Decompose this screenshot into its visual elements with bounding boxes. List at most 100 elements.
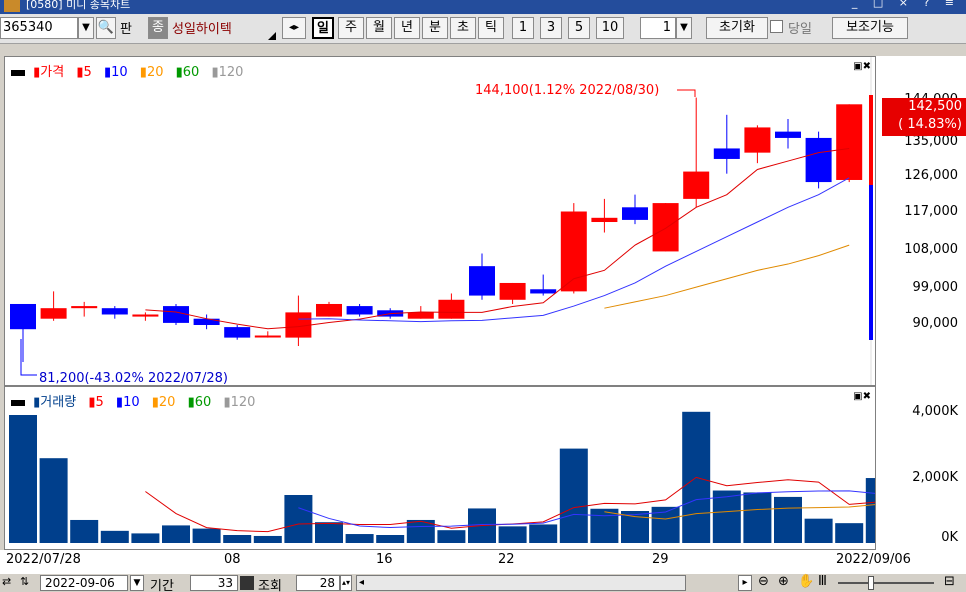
candle-body [10, 303, 36, 330]
candle-body [71, 306, 98, 309]
ytick-135000: 135,000 [904, 134, 958, 149]
candle-body [652, 203, 679, 252]
interval-5-button[interactable]: 5 [568, 17, 590, 39]
stock-code-input[interactable]: 365340 [0, 17, 78, 39]
trade-label: 판 [120, 22, 132, 37]
current-bar-red [869, 95, 873, 185]
volume-bar [774, 496, 802, 543]
ma20-price-line [604, 244, 850, 309]
volume-bar [192, 528, 221, 543]
bar-count-icon[interactable]: Ⅲ [818, 574, 827, 589]
candle-body [836, 104, 863, 180]
volume-bar [39, 458, 68, 543]
scroll-mode-icon[interactable]: ⇅ [20, 575, 36, 591]
volume-bar [162, 525, 190, 543]
search-icon[interactable]: 🔍 [96, 17, 116, 39]
candle-body [469, 266, 495, 296]
scroll-right-icon[interactable]: ▸ [738, 575, 752, 591]
volume-bar [559, 448, 588, 543]
candle-body [805, 137, 832, 183]
vol-ytick-2000k: 2,000K [912, 470, 958, 485]
volume-yaxis: 4,000K 2,000K 0K [876, 386, 966, 550]
candle-body [775, 131, 801, 138]
candle-body [254, 335, 281, 338]
query-stepper[interactable]: ▴▾ [340, 575, 352, 591]
price-chart-panel[interactable]: ▮가격 ▮5 ▮10 ▮20 ▮60 ▮120 ▣✖ 144,100(1.12%… [4, 56, 876, 386]
interval-1-button[interactable]: 1 [512, 17, 534, 39]
volume-bar [100, 530, 129, 543]
volume-bar [253, 535, 282, 543]
code-dropdown-icon[interactable]: ▼ [78, 17, 94, 39]
settings-grid-icon[interactable]: ⊟ [944, 574, 955, 589]
ytick-90000: 90,000 [912, 316, 959, 331]
candle-body [744, 127, 771, 153]
interval-10-button[interactable]: 10 [596, 17, 624, 39]
period-minute-button[interactable]: 분 [422, 17, 448, 39]
period-day-button[interactable]: 일 [312, 17, 334, 39]
toolbar: 365340 ▼ 🔍 판 종 성일하이텍 ◂▸ 일 주 월 년 분 초 틱 1 … [0, 14, 966, 44]
period-input[interactable]: 33 [190, 575, 238, 591]
prev-next-icon[interactable]: ◂▸ [282, 17, 306, 39]
zoom-out-icon[interactable]: ⊖ [758, 574, 769, 589]
candle-body [683, 171, 710, 199]
period-year-button[interactable]: 년 [394, 17, 420, 39]
name-resize-icon [268, 32, 276, 40]
candle-body [40, 308, 67, 319]
scroll-left-icon[interactable]: ◂ [359, 576, 364, 590]
volume-bar [131, 533, 160, 543]
app-logo-icon [4, 0, 20, 12]
stock-name: 성일하이텍 [172, 22, 232, 37]
unit-input[interactable]: 1 [640, 17, 676, 39]
xtick-29: 29 [652, 552, 669, 567]
candle-body [499, 282, 526, 300]
volume-bar [223, 535, 252, 543]
volume-bar [376, 535, 405, 543]
ytick-126000: 126,000 [904, 168, 958, 183]
volume-bar [70, 519, 99, 543]
volume-bar [804, 518, 833, 543]
period-month-button[interactable]: 월 [366, 17, 392, 39]
volume-bar [835, 523, 864, 543]
window-titlebar: [0580] 미니 종목차트 _ □ × ? ≡ [0, 0, 966, 14]
volume-bar [712, 490, 741, 543]
current-bar-blue [869, 185, 873, 340]
pan-hand-icon[interactable]: ✋ [798, 574, 814, 589]
x-axis: 2022/07/28 08 16 22 29 2022/09/06 [0, 550, 966, 574]
unit-dropdown-icon[interactable]: ▼ [676, 17, 692, 39]
zoom-slider-handle[interactable] [868, 576, 874, 590]
volume-chart-panel[interactable]: ▮거래량 ▮5 ▮10 ▮20 ▮60 ▮120 ▣✖ [4, 386, 876, 550]
zoom-in-icon[interactable]: ⊕ [778, 574, 789, 589]
query-input[interactable]: 28 [296, 575, 340, 591]
period-tick-button[interactable]: 틱 [478, 17, 504, 39]
candle-body [438, 299, 465, 319]
date-dropdown-icon[interactable]: ▼ [130, 575, 144, 591]
end-date-input[interactable]: 2022-09-06 [40, 575, 128, 591]
candle-body [530, 289, 557, 294]
period-apply-icon[interactable] [240, 576, 254, 590]
window-controls[interactable]: _ □ × ? ≡ [852, 0, 960, 9]
price-yaxis: 144,000 135,000 126,000 117,000 108,000 … [876, 56, 966, 386]
min-price-annotation: 81,200(-43.02% 2022/07/28) [39, 371, 228, 385]
aux-function-button[interactable]: 보조기능 [832, 17, 908, 39]
candle-body [713, 148, 740, 159]
candle-body [193, 318, 220, 325]
zoom-slider[interactable] [838, 576, 934, 590]
candle-body [316, 303, 342, 317]
period-week-button[interactable]: 주 [338, 17, 364, 39]
candle-body [346, 306, 373, 315]
ma5-price-line [145, 147, 850, 330]
reset-button[interactable]: 초기화 [706, 17, 768, 39]
period-label: 기간 [150, 579, 174, 592]
sameday-checkbox[interactable] [770, 20, 783, 33]
ytick-117000: 117,000 [904, 204, 958, 219]
candle-body [101, 308, 128, 315]
period-second-button[interactable]: 초 [450, 17, 476, 39]
horizontal-scrollbar[interactable]: ◂ [356, 575, 686, 591]
type-button[interactable]: 종 [148, 17, 168, 39]
candle-body [591, 217, 618, 223]
interval-3-button[interactable]: 3 [540, 17, 562, 39]
bottom-bar: ⇄ ⇅ 2022-09-06 ▼ 기간 33 조회 28 ▴▾ ◂ ▸ ⊖ ⊕ … [0, 574, 966, 592]
scroll-start-icon[interactable]: ⇄ [2, 575, 18, 591]
candle-body [163, 306, 189, 323]
volume-bar [743, 492, 772, 543]
